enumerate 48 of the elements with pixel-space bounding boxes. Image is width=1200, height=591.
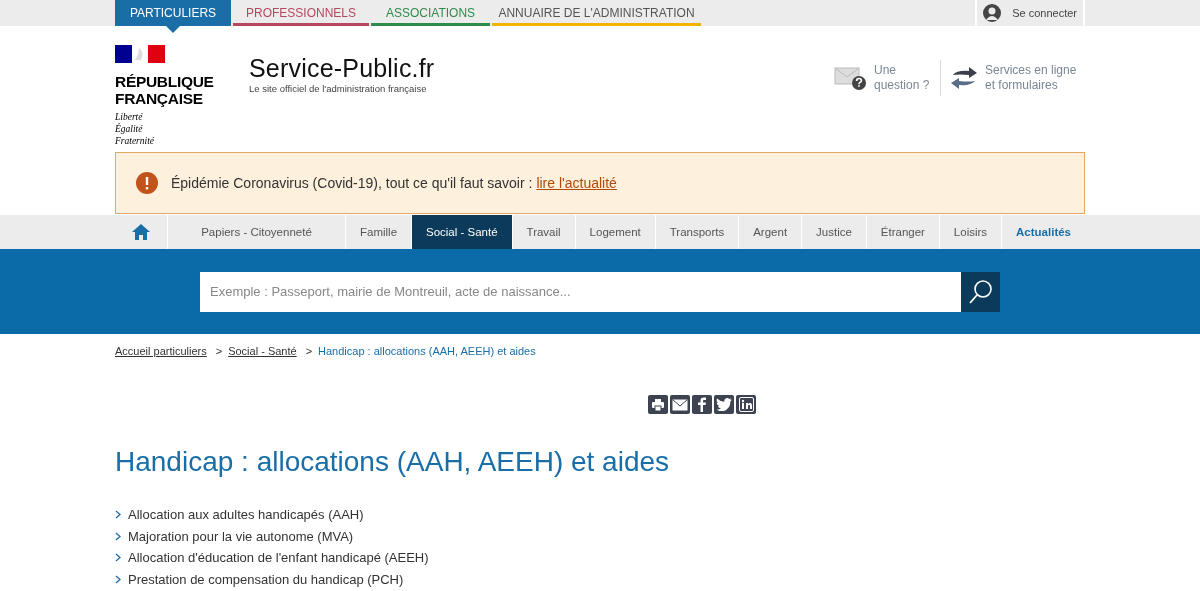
email-share-button[interactable] bbox=[670, 395, 690, 414]
chevron-right-icon bbox=[115, 574, 121, 584]
linkedin-icon bbox=[738, 397, 754, 412]
print-button[interactable] bbox=[648, 395, 668, 414]
motto-text: Fraternité bbox=[115, 135, 156, 147]
question-link[interactable]: Une question ? bbox=[834, 63, 934, 93]
search-button[interactable] bbox=[961, 271, 1000, 312]
breadcrumb-link[interactable]: Handicap : allocations (AAH, AEEH) et aides bbox=[318, 345, 536, 357]
topic-link[interactable]: Majoration pour la vie autonome (MVA) bbox=[128, 528, 354, 544]
printer-icon bbox=[651, 397, 665, 412]
twitter-share-button[interactable] bbox=[714, 395, 734, 414]
site-tagline: Le site officiel de l'administration française bbox=[249, 83, 428, 94]
linkedin-share-button[interactable] bbox=[736, 395, 756, 414]
search-field[interactable]: Exemple : Passeport, mairie de Montreuil, acte de naissance... bbox=[200, 271, 961, 312]
home-icon bbox=[131, 223, 151, 241]
topic-link[interactable]: Prestation de compensation du handicap (PCH) bbox=[128, 571, 404, 587]
alert-text: Épidémie Coronavirus (Covid-19), tout ce qu'il faut savoir : bbox=[171, 175, 533, 191]
chevron-right-icon bbox=[115, 531, 121, 541]
republic-name: FRANÇAISE bbox=[115, 90, 204, 107]
services-link[interactable]: Services en ligne et formulaires bbox=[949, 63, 1085, 93]
news-link[interactable]: lire l'actualité bbox=[536, 175, 617, 191]
breadcrumb-link[interactable]: Social - Santé bbox=[228, 345, 297, 357]
topic-link[interactable]: Allocation aux adultes handicapés (AAH) bbox=[128, 507, 364, 523]
warning-icon bbox=[136, 172, 158, 194]
tab-pointer-icon bbox=[166, 26, 180, 33]
chevron-right-icon bbox=[115, 553, 121, 563]
motto-text: Égalité bbox=[115, 123, 144, 135]
bird-icon bbox=[716, 398, 732, 411]
envelope-icon bbox=[672, 398, 688, 411]
chevron-right-icon bbox=[115, 510, 121, 520]
motto-text: Liberté bbox=[115, 111, 144, 123]
topic-link[interactable]: Allocation d'éducation de l'enfant handicapé (AEEH) bbox=[128, 550, 429, 566]
nav-tab[interactable]: Social - Santé bbox=[412, 215, 513, 249]
envelope-question-icon bbox=[834, 65, 868, 91]
site-name[interactable]: Service-Public.fr bbox=[249, 54, 435, 83]
search-icon bbox=[967, 278, 994, 305]
swap-arrows-icon bbox=[949, 65, 979, 91]
page-title: Handicap : allocations (AAH, AEEH) et aides bbox=[115, 446, 671, 478]
breadcrumb-link[interactable]: Accueil particuliers bbox=[115, 345, 207, 357]
republic-name: RÉPUBLIQUE bbox=[115, 73, 215, 90]
flag-logo-icon bbox=[115, 45, 165, 63]
facebook-share-button[interactable] bbox=[692, 395, 712, 414]
login-link[interactable]: Se connecter bbox=[975, 0, 1085, 26]
facebook-icon bbox=[698, 397, 706, 412]
user-icon bbox=[983, 4, 1002, 22]
nav-tab[interactable]: Actualités bbox=[1002, 215, 1085, 249]
breadcrumb-separator: > bbox=[305, 345, 313, 357]
breadcrumb-separator: > bbox=[215, 345, 223, 357]
